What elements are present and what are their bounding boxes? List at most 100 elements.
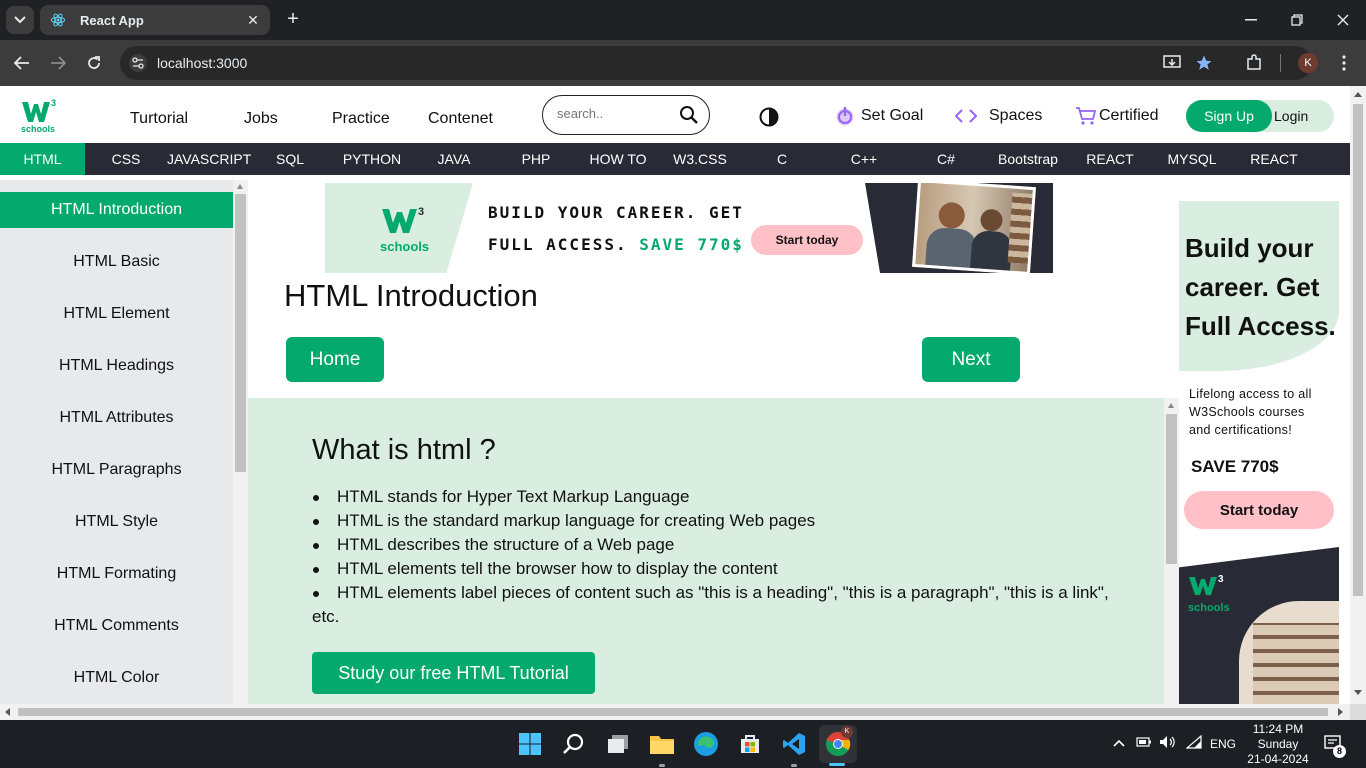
theme-toggle-icon[interactable] (759, 107, 779, 127)
sidebar-item-html-basic[interactable]: HTML Basic (0, 244, 233, 280)
reload-icon (88, 56, 100, 69)
next-button[interactable]: Next (922, 337, 1020, 382)
topnav-item-html[interactable]: HTML (0, 143, 85, 175)
tab-close-icon[interactable]: ✕ (244, 11, 262, 29)
restore-icon (1291, 14, 1303, 26)
web-page: 3 schools Turtorial Jobs Practice Conten… (0, 86, 1350, 704)
set-goal-button[interactable]: Set Goal (835, 105, 923, 127)
reload-button[interactable] (83, 52, 105, 74)
store-icon (741, 735, 759, 753)
sidebar-scrollbar[interactable] (233, 180, 248, 704)
list-item: HTML stands for Hyper Text Markup Langua… (312, 485, 1112, 509)
section-title: What is html ? (312, 434, 496, 466)
sidebar-item-html-color[interactable]: HTML Color (0, 660, 233, 696)
battery-button[interactable] (1136, 736, 1152, 751)
side-ad[interactable]: Build your career. Get Full Access. Life… (1179, 201, 1339, 704)
page-vertical-scrollbar[interactable] (1350, 86, 1366, 704)
bookmark-button[interactable] (1192, 51, 1216, 75)
sign-up-button[interactable]: Sign Up (1186, 100, 1272, 132)
nav-link-content[interactable]: Contenet (428, 110, 493, 128)
clock-day: Sunday (1257, 737, 1299, 751)
topnav-item-css[interactable]: CSS (85, 143, 167, 175)
address-bar[interactable]: localhost:3000 (120, 46, 1312, 80)
banner-start-today-button[interactable]: Start today (751, 225, 863, 255)
sidebar-item-html-style[interactable]: HTML Style (0, 504, 233, 540)
topnav-item-php[interactable]: PHP (495, 143, 577, 175)
topnav-item-csharp[interactable]: C# (905, 143, 987, 175)
scroll-up-arrow-icon[interactable] (237, 184, 243, 189)
new-tab-button[interactable]: + (282, 8, 304, 30)
clock[interactable]: 11:24 PM Sunday 21-04-2024 (1244, 722, 1312, 767)
login-link[interactable]: Login (1274, 108, 1308, 124)
topnav-item-w3css[interactable]: W3.CSS (659, 143, 741, 175)
store-button[interactable] (736, 730, 764, 758)
topnav-item-react-2[interactable]: REACT (1233, 143, 1315, 175)
topnav-item-mysql[interactable]: MYSQL (1151, 143, 1233, 175)
tray-overflow-button[interactable] (1113, 736, 1125, 750)
volume-button[interactable] (1159, 735, 1177, 752)
taskbar-search-button[interactable] (560, 730, 588, 758)
w3schools-logo[interactable]: 3 schools (20, 98, 60, 134)
nav-link-tutorial[interactable]: Turtorial (130, 110, 188, 128)
arrow-left-icon (14, 56, 29, 70)
network-button[interactable] (1185, 734, 1202, 752)
edge-button[interactable] (692, 730, 720, 758)
nav-link-jobs[interactable]: Jobs (244, 110, 278, 128)
sidebar-item-html-attributes[interactable]: HTML Attributes (0, 400, 233, 436)
back-button[interactable] (11, 52, 33, 74)
task-view-button[interactable] (604, 730, 632, 758)
sidebar-item-html-introduction[interactable]: HTML Introduction (0, 192, 233, 228)
topnav-item-python[interactable]: PYTHON (331, 143, 413, 175)
topnav-item-bootstrap[interactable]: Bootstrap (987, 143, 1069, 175)
topnav-item-cpp[interactable]: C++ (823, 143, 905, 175)
topnav-item-java[interactable]: JAVA (413, 143, 495, 175)
scroll-right-arrow-icon[interactable] (1338, 708, 1343, 716)
sidebar-item-html-comments[interactable]: HTML Comments (0, 608, 233, 644)
banner-save-amount: SAVE 770$ (639, 235, 744, 254)
content-scrollbar[interactable] (1164, 398, 1179, 704)
list-item: HTML elements label pieces of content su… (312, 581, 1112, 629)
close-window-button[interactable] (1331, 8, 1355, 32)
language-indicator[interactable]: ENG (1210, 737, 1236, 751)
topnav-item-react[interactable]: REACT (1069, 143, 1151, 175)
ad-banner[interactable]: 3 schools BUILD YOUR CAREER. GET FULL AC… (325, 183, 1053, 273)
sidebar-item-html-formating[interactable]: HTML Formating (0, 556, 233, 592)
topnav-item-sql[interactable]: SQL (249, 143, 331, 175)
page-horizontal-scrollbar[interactable] (0, 704, 1350, 720)
side-ad-start-today-button[interactable]: Start today (1184, 491, 1334, 529)
extensions-button[interactable] (1242, 51, 1266, 75)
vscode-button[interactable] (780, 730, 808, 758)
sidebar-item-html-element[interactable]: HTML Element (0, 296, 233, 332)
install-app-button[interactable] (1160, 51, 1184, 75)
browser-tab[interactable]: React App ✕ (40, 5, 270, 35)
certified-button[interactable]: Certified (1075, 106, 1159, 126)
tab-search-dropdown-button[interactable] (6, 6, 34, 34)
topnav-item-c[interactable]: C (741, 143, 823, 175)
study-tutorial-button[interactable]: Study our free HTML Tutorial (312, 652, 595, 694)
profile-avatar[interactable]: K (1298, 53, 1318, 73)
nav-link-practice[interactable]: Practice (332, 110, 390, 128)
browser-menu-button[interactable] (1332, 51, 1356, 75)
scroll-up-arrow-icon[interactable] (1354, 92, 1362, 97)
spaces-button[interactable]: Spaces (955, 107, 1042, 125)
scroll-up-arrow-icon[interactable] (1168, 403, 1174, 408)
start-button[interactable] (516, 730, 544, 758)
page-hscroll-thumb[interactable] (18, 708, 1328, 716)
sidebar-scroll-thumb[interactable] (235, 194, 246, 472)
search-input[interactable] (557, 106, 677, 121)
restore-button[interactable] (1285, 8, 1309, 32)
minimize-button[interactable] (1239, 8, 1263, 32)
content-scroll-thumb[interactable] (1166, 414, 1177, 564)
site-info-icon[interactable] (128, 53, 148, 73)
sidebar-item-html-paragraphs[interactable]: HTML Paragraphs (0, 452, 233, 488)
file-explorer-button[interactable] (648, 730, 676, 758)
page-scroll-thumb[interactable] (1353, 104, 1363, 596)
topnav-item-howto[interactable]: HOW TO (577, 143, 659, 175)
scroll-left-arrow-icon[interactable] (5, 708, 10, 716)
topnav-item-javascript[interactable]: JAVASCRIPT (167, 143, 251, 175)
search-icon[interactable] (679, 105, 699, 125)
home-button[interactable]: Home (286, 337, 384, 382)
scroll-down-arrow-icon[interactable] (1354, 690, 1362, 695)
forward-button[interactable] (47, 52, 69, 74)
sidebar-item-html-headings[interactable]: HTML Headings (0, 348, 233, 384)
